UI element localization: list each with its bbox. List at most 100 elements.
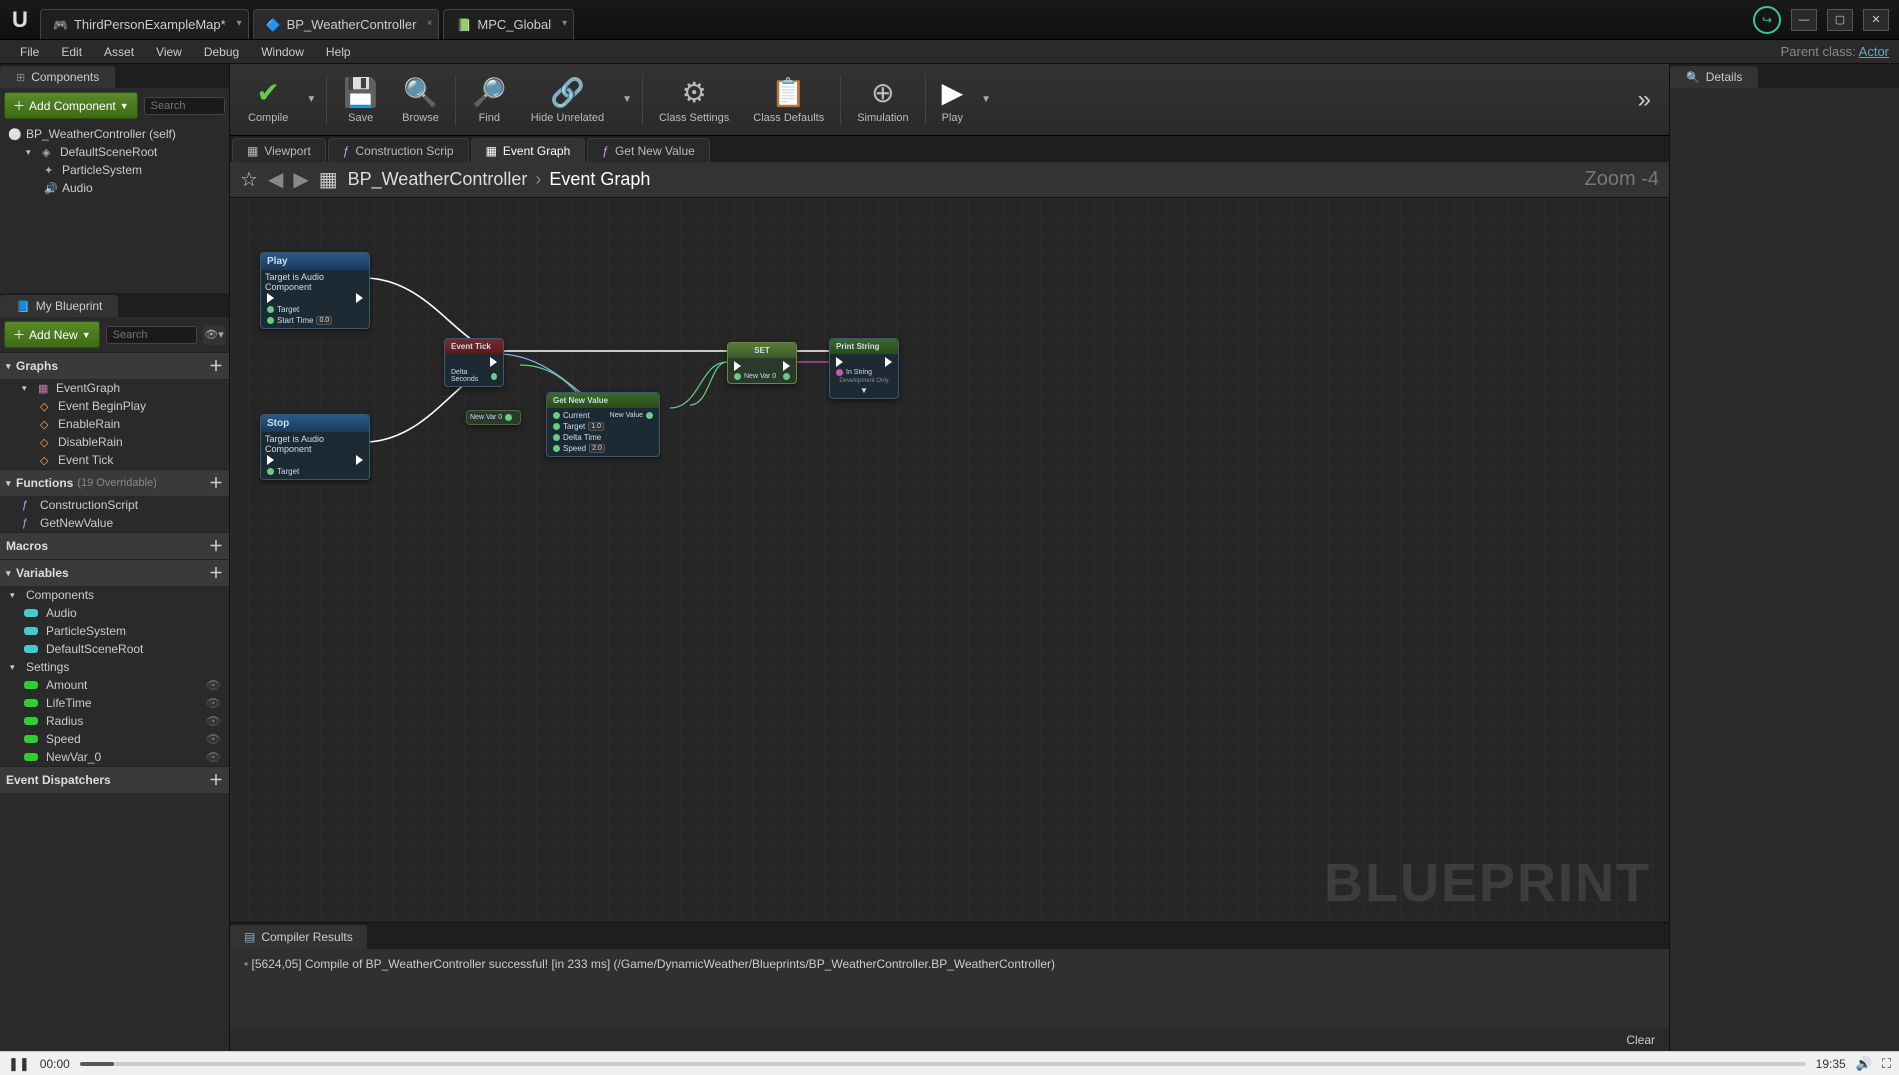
event-beginplay[interactable]: ◇ Event BeginPlay: [0, 397, 229, 415]
add-new-button[interactable]: ＋ Add New ▼: [4, 321, 100, 348]
expander-icon[interactable]: ▾: [26, 147, 36, 158]
hide-caret[interactable]: ▼: [616, 94, 638, 105]
fullscreen-button[interactable]: ⛶: [1882, 1056, 1891, 1072]
exec-out-pin[interactable]: [783, 361, 790, 371]
hide-unrelated-button[interactable]: 🔗Hide Unrelated: [519, 64, 616, 135]
close-icon[interactable]: ▾: [237, 18, 242, 29]
expander-icon[interactable]: ▾: [10, 662, 20, 673]
save-button[interactable]: 💾Save: [331, 64, 390, 135]
delta-pin[interactable]: [491, 373, 497, 380]
target-pin[interactable]: [267, 306, 274, 313]
node-set[interactable]: SET New Var 0: [727, 342, 797, 384]
compiler-results-tab[interactable]: ▤ Compiler Results: [230, 925, 367, 949]
find-button[interactable]: 🔎Find: [460, 64, 519, 135]
close-icon[interactable]: ×: [427, 18, 433, 29]
myblueprint-tab[interactable]: 📘 My Blueprint: [0, 295, 118, 317]
close-button[interactable]: ✕: [1863, 9, 1889, 31]
exec-out-pin[interactable]: [885, 357, 892, 367]
tab-get-new-value[interactable]: ƒGet New Value: [587, 138, 710, 162]
nav-forward-button[interactable]: ▶: [293, 167, 308, 192]
nav-back-button[interactable]: ◀: [268, 167, 283, 192]
var-out-pin[interactable]: [505, 414, 512, 421]
menu-view[interactable]: View: [146, 42, 192, 62]
speed-pin[interactable]: [553, 445, 560, 452]
var-lifetime[interactable]: LifeTime👁: [0, 694, 229, 712]
add-component-button[interactable]: ＋ Add Component ▼: [4, 92, 138, 119]
menu-help[interactable]: Help: [316, 42, 361, 62]
title-tab-bp[interactable]: 🔷 BP_WeatherController ×: [253, 9, 440, 39]
menu-file[interactable]: File: [10, 42, 49, 62]
title-tab-map[interactable]: 🎮 ThirdPersonExampleMap* ▾: [40, 9, 249, 39]
compile-button[interactable]: ✔Compile: [236, 64, 300, 135]
class-defaults-button[interactable]: 📋Class Defaults: [741, 64, 836, 135]
section-macros[interactable]: Macros ＋: [0, 532, 229, 559]
expand-icon[interactable]: ▼: [860, 386, 868, 395]
pin-value[interactable]: 2.0: [589, 444, 605, 453]
tab-viewport[interactable]: ▦Viewport: [232, 138, 326, 162]
graph-home-icon[interactable]: ▦: [319, 167, 338, 192]
simulation-button[interactable]: ⊕Simulation: [845, 64, 920, 135]
view-options-button[interactable]: 👁▾: [203, 325, 225, 345]
graph-canvas[interactable]: Play Target is Audio Component Target St…: [230, 198, 1669, 922]
play-button[interactable]: ▶Play: [930, 64, 976, 135]
pin-value[interactable]: 1.0: [588, 422, 604, 431]
maximize-button[interactable]: ▢: [1827, 9, 1853, 31]
compile-caret[interactable]: ▼: [300, 94, 322, 105]
var-particlesystem[interactable]: ParticleSystem: [0, 622, 229, 640]
section-functions[interactable]: ▾ Functions (19 Overridable) ＋: [0, 469, 229, 496]
node-stop[interactable]: Stop Target is Audio Component Target: [260, 414, 370, 480]
function-constructionscript[interactable]: ƒ ConstructionScript: [0, 496, 229, 514]
expander-icon[interactable]: ▾: [22, 383, 32, 394]
instring-pin[interactable]: [836, 369, 843, 376]
node-print-string[interactable]: Print String In String Development Only …: [829, 338, 899, 399]
newvalue-pin[interactable]: [646, 412, 653, 419]
target-pin[interactable]: [267, 468, 274, 475]
eye-icon[interactable]: 👁: [206, 732, 221, 746]
exec-out-pin[interactable]: [356, 455, 363, 465]
menu-window[interactable]: Window: [251, 42, 314, 62]
component-audio[interactable]: 🔊 Audio: [4, 179, 225, 197]
var-group-settings[interactable]: ▾ Settings: [0, 658, 229, 676]
var-out-pin[interactable]: [783, 373, 790, 380]
section-variables[interactable]: ▾ Variables ＋: [0, 559, 229, 586]
exec-in-pin[interactable]: [836, 357, 843, 367]
clear-button[interactable]: Clear: [1626, 1033, 1655, 1047]
add-graph-button[interactable]: ＋: [209, 356, 223, 376]
var-amount[interactable]: Amount👁: [0, 676, 229, 694]
current-pin[interactable]: [553, 412, 560, 419]
browse-button[interactable]: 🔍Browse: [390, 64, 451, 135]
add-dispatcher-button[interactable]: ＋: [209, 770, 223, 790]
var-audio[interactable]: Audio: [0, 604, 229, 622]
play-caret[interactable]: ▼: [975, 94, 997, 105]
var-group-components[interactable]: ▾ Components: [0, 586, 229, 604]
crumb-blueprint[interactable]: BP_WeatherController: [348, 169, 528, 190]
parent-class-link[interactable]: Actor: [1859, 44, 1889, 59]
var-defaultsceneroot[interactable]: DefaultSceneRoot: [0, 640, 229, 658]
exec-in-pin[interactable]: [734, 361, 741, 371]
menu-asset[interactable]: Asset: [94, 42, 144, 62]
node-getvar[interactable]: New Var 0: [466, 410, 521, 425]
var-radius[interactable]: Radius👁: [0, 712, 229, 730]
event-disablerain[interactable]: ◇ DisableRain: [0, 433, 229, 451]
exec-out-pin[interactable]: [356, 293, 363, 303]
menu-edit[interactable]: Edit: [51, 42, 92, 62]
pause-button[interactable]: ❚❚: [8, 1056, 30, 1072]
title-tab-mpc[interactable]: 📗 MPC_Global ▾: [443, 9, 574, 39]
function-getnewvalue[interactable]: ƒ GetNewValue: [0, 514, 229, 532]
eye-icon[interactable]: 👁: [206, 678, 221, 692]
node-event-tick[interactable]: Event Tick Delta Seconds: [444, 338, 504, 387]
minimize-button[interactable]: —: [1791, 9, 1817, 31]
eye-icon[interactable]: 👁: [206, 696, 221, 710]
node-get-new-value[interactable]: Get New Value CurrentNew Value Target1.0…: [546, 392, 660, 457]
volume-button[interactable]: 🔊: [1856, 1056, 1872, 1072]
component-particle[interactable]: ✦ ParticleSystem: [4, 161, 225, 179]
target-pin[interactable]: [553, 423, 560, 430]
tab-construction-script[interactable]: ƒConstruction Scrip: [328, 138, 469, 162]
myblueprint-search-input[interactable]: [106, 326, 197, 344]
toolbar-overflow[interactable]: »: [1626, 86, 1663, 114]
pin-value[interactable]: 0.0: [316, 316, 332, 325]
exec-in-pin[interactable]: [267, 293, 274, 303]
eye-icon[interactable]: 👁: [206, 750, 221, 764]
class-settings-button[interactable]: ⚙Class Settings: [647, 64, 741, 135]
node-play[interactable]: Play Target is Audio Component Target St…: [260, 252, 370, 329]
